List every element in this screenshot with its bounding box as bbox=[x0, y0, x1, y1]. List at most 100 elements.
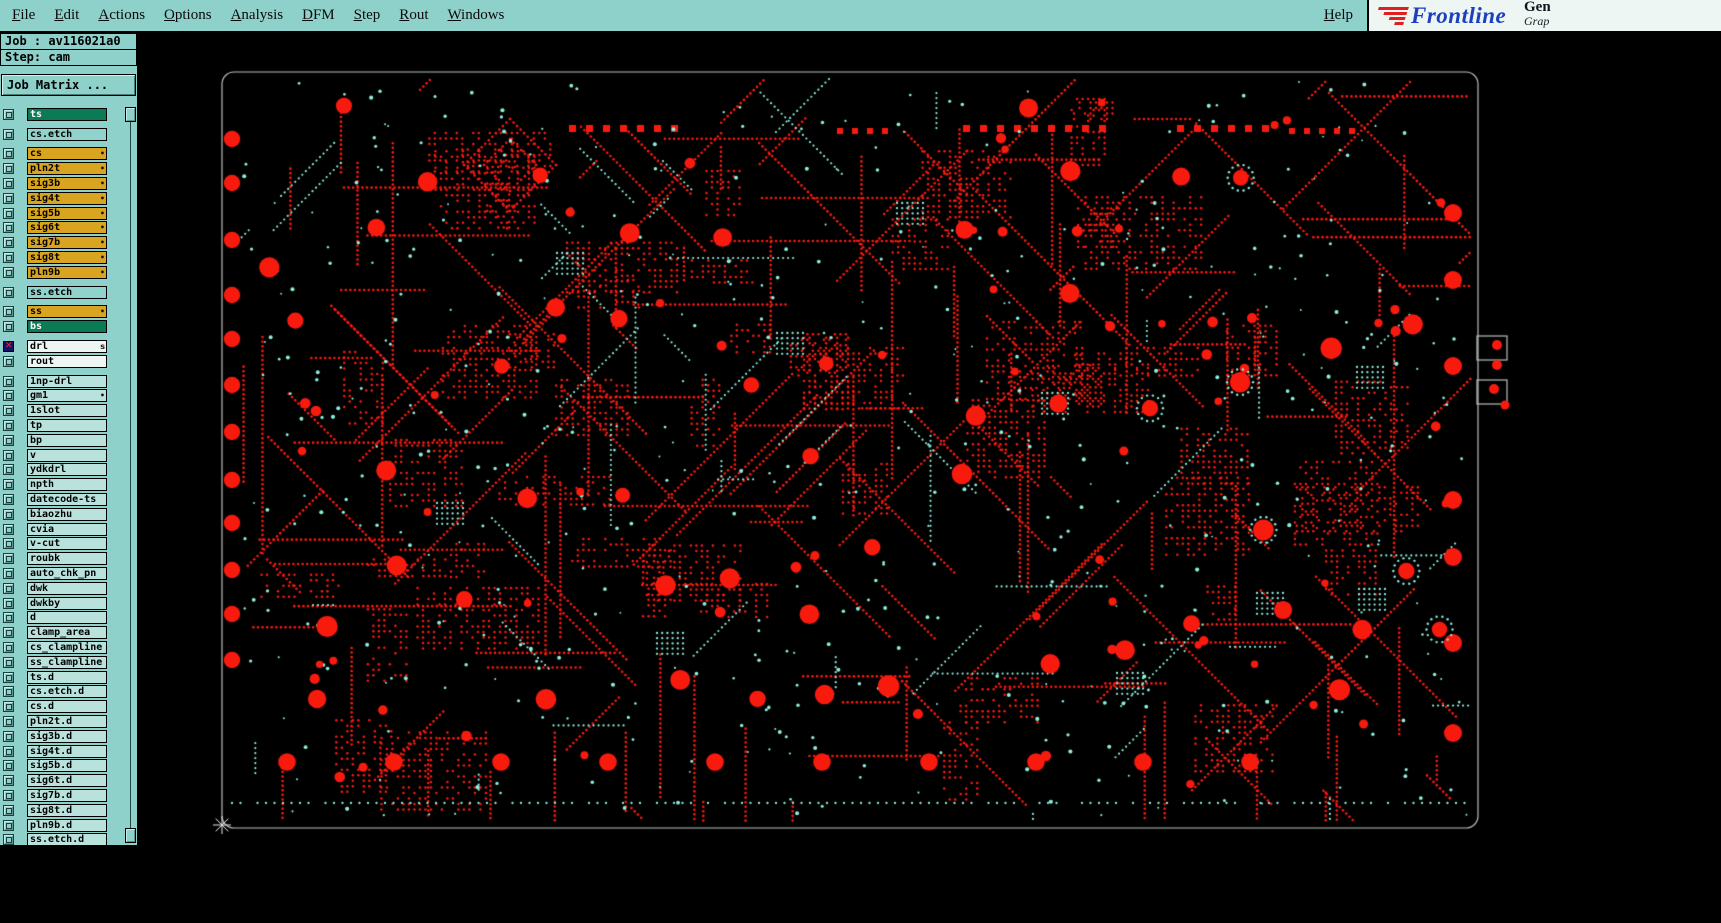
menu-item-edit[interactable]: Edit bbox=[54, 0, 79, 31]
layer-row-cvia[interactable]: cvia bbox=[0, 522, 124, 537]
layer-visibility-checkbox[interactable] bbox=[3, 804, 14, 816]
layer-row-pln2t[interactable]: pln2t • bbox=[0, 161, 124, 176]
layer-visibility-checkbox[interactable] bbox=[3, 612, 14, 624]
layer-name-button[interactable]: sig5b • bbox=[27, 206, 107, 220]
menu-item-options[interactable]: Options bbox=[164, 0, 212, 31]
layer-row-sig3b[interactable]: sig3b • bbox=[0, 176, 124, 191]
layer-row-v[interactable]: v bbox=[0, 448, 124, 463]
layer-name-button[interactable]: pln2t • bbox=[27, 162, 107, 176]
layer-row-sig5b.d[interactable]: sig5b.d bbox=[0, 758, 124, 773]
layer-visibility-checkbox[interactable] bbox=[3, 627, 14, 639]
layer-visibility-checkbox[interactable] bbox=[3, 464, 14, 476]
layer-visibility-checkbox[interactable] bbox=[3, 108, 14, 120]
job-matrix-button[interactable]: Job Matrix ... bbox=[1, 74, 136, 96]
layer-visibility-checkbox[interactable] bbox=[3, 237, 14, 249]
layer-visibility-checkbox[interactable] bbox=[3, 163, 14, 175]
layer-name-button[interactable]: cs_clampline bbox=[27, 640, 107, 654]
menu-item-actions[interactable]: Actions bbox=[98, 0, 145, 31]
layer-visibility-checkbox[interactable] bbox=[3, 538, 14, 550]
layer-visibility-checkbox[interactable] bbox=[3, 523, 14, 535]
layer-row-sig6t.d[interactable]: sig6t.d bbox=[0, 773, 124, 788]
layer-row-ss_clampline[interactable]: ss_clampline bbox=[0, 655, 124, 670]
layer-visibility-checkbox[interactable] bbox=[3, 390, 14, 402]
layer-row-dwkby[interactable]: dwkby bbox=[0, 596, 124, 611]
layer-visibility-checkbox[interactable] bbox=[3, 420, 14, 432]
menu-item-windows[interactable]: Windows bbox=[447, 0, 504, 31]
layer-name-button[interactable]: clamp_area bbox=[27, 626, 107, 640]
menu-item-help[interactable]: Help bbox=[1324, 0, 1353, 31]
layer-name-button[interactable]: d bbox=[27, 611, 107, 625]
layer-visibility-checkbox[interactable] bbox=[3, 656, 14, 668]
layer-visibility-checkbox[interactable] bbox=[3, 266, 14, 278]
layer-row-clamp_area[interactable]: clamp_area bbox=[0, 625, 124, 640]
layer-name-button[interactable]: drl s bbox=[27, 340, 107, 354]
layer-row-cs.etch.d[interactable]: cs.etch.d bbox=[0, 684, 124, 699]
menu-item-rout[interactable]: Rout bbox=[399, 0, 428, 31]
layer-row-sig7b[interactable]: sig7b • bbox=[0, 235, 124, 250]
layer-row-bp[interactable]: bp bbox=[0, 433, 124, 448]
layer-row-dwk[interactable]: dwk bbox=[0, 581, 124, 596]
layer-row-biaozhu[interactable]: biaozhu bbox=[0, 507, 124, 522]
layer-name-button[interactable]: ss_clampline bbox=[27, 655, 107, 669]
layer-name-button[interactable]: ydkdrl bbox=[27, 463, 107, 477]
layer-name-button[interactable]: gm1 • bbox=[27, 389, 107, 403]
layer-row-cs.etch[interactable]: cs.etch bbox=[0, 127, 124, 142]
layer-name-button[interactable]: pln2t.d bbox=[27, 714, 107, 728]
layer-visibility-checkbox[interactable] bbox=[3, 355, 14, 367]
layer-row-pln2t.d[interactable]: pln2t.d bbox=[0, 714, 124, 729]
layer-name-button[interactable]: pln9b • bbox=[27, 265, 107, 279]
layer-visibility-checkbox[interactable] bbox=[3, 306, 14, 318]
layer-row-sig4t.d[interactable]: sig4t.d bbox=[0, 744, 124, 759]
layer-row-drl[interactable]: drl s bbox=[0, 339, 124, 354]
scrollbar-top-thumb[interactable] bbox=[125, 107, 136, 122]
layer-list-scrollbar[interactable] bbox=[125, 107, 137, 843]
layer-name-button[interactable]: datecode-ts bbox=[27, 493, 107, 507]
layer-name-button[interactable]: sig6t.d bbox=[27, 774, 107, 788]
layer-name-button[interactable]: bs bbox=[27, 320, 107, 334]
layer-row-d[interactable]: d bbox=[0, 611, 124, 626]
layer-visibility-checkbox[interactable] bbox=[3, 148, 14, 160]
layer-visibility-checkbox[interactable] bbox=[3, 434, 14, 446]
layer-name-button[interactable]: sig6t • bbox=[27, 221, 107, 235]
layer-row-1slot[interactable]: 1slot bbox=[0, 403, 124, 418]
layer-row-sig6t[interactable]: sig6t • bbox=[0, 221, 124, 236]
layer-name-button[interactable]: sig7b.d bbox=[27, 788, 107, 802]
layer-name-button[interactable]: pln9b.d bbox=[27, 818, 107, 832]
layer-visibility-checkbox[interactable] bbox=[3, 375, 14, 387]
layer-name-button[interactable]: sig8t.d bbox=[27, 803, 107, 817]
layer-name-button[interactable]: sig7b • bbox=[27, 236, 107, 250]
layer-name-button[interactable]: cs.etch bbox=[27, 127, 107, 141]
layer-name-button[interactable]: ss.etch bbox=[27, 285, 107, 299]
layer-visibility-checkbox[interactable] bbox=[3, 341, 14, 353]
layer-row-auto_chk_pn[interactable]: auto_chk_pn bbox=[0, 566, 124, 581]
layer-name-button[interactable]: dwk bbox=[27, 581, 107, 595]
layer-name-button[interactable]: 1slot bbox=[27, 404, 107, 418]
layer-row-roubk[interactable]: roubk bbox=[0, 551, 124, 566]
layer-row-sig4t[interactable]: sig4t • bbox=[0, 191, 124, 206]
layer-name-button[interactable]: ts bbox=[27, 107, 107, 121]
layer-visibility-checkbox[interactable] bbox=[3, 222, 14, 234]
layer-row-cs.d[interactable]: cs.d bbox=[0, 699, 124, 714]
layer-visibility-checkbox[interactable] bbox=[3, 207, 14, 219]
layer-name-button[interactable]: cs.d bbox=[27, 700, 107, 714]
layer-name-button[interactable]: ss • bbox=[27, 305, 107, 319]
layer-visibility-checkbox[interactable] bbox=[3, 686, 14, 698]
layer-row-ydkdrl[interactable]: ydkdrl bbox=[0, 463, 124, 478]
layer-visibility-checkbox[interactable] bbox=[3, 671, 14, 683]
layer-visibility-checkbox[interactable] bbox=[3, 286, 14, 298]
layer-name-button[interactable]: dwkby bbox=[27, 596, 107, 610]
layer-row-ts[interactable]: ts bbox=[0, 107, 124, 122]
layer-visibility-checkbox[interactable] bbox=[3, 819, 14, 831]
layer-visibility-checkbox[interactable] bbox=[3, 178, 14, 190]
layer-row-datecode-ts[interactable]: datecode-ts bbox=[0, 492, 124, 507]
layer-name-button[interactable]: biaozhu bbox=[27, 507, 107, 521]
layer-name-button[interactable]: 1np-drl bbox=[27, 374, 107, 388]
pcb-viewport-canvas[interactable] bbox=[137, 33, 1721, 923]
layer-row-npth[interactable]: npth bbox=[0, 477, 124, 492]
layer-name-button[interactable]: bp bbox=[27, 433, 107, 447]
layer-name-button[interactable]: cs.etch.d bbox=[27, 685, 107, 699]
layer-row-rout[interactable]: rout bbox=[0, 354, 124, 369]
layer-name-button[interactable]: roubk bbox=[27, 552, 107, 566]
layer-visibility-checkbox[interactable] bbox=[3, 252, 14, 264]
layer-visibility-checkbox[interactable] bbox=[3, 760, 14, 772]
